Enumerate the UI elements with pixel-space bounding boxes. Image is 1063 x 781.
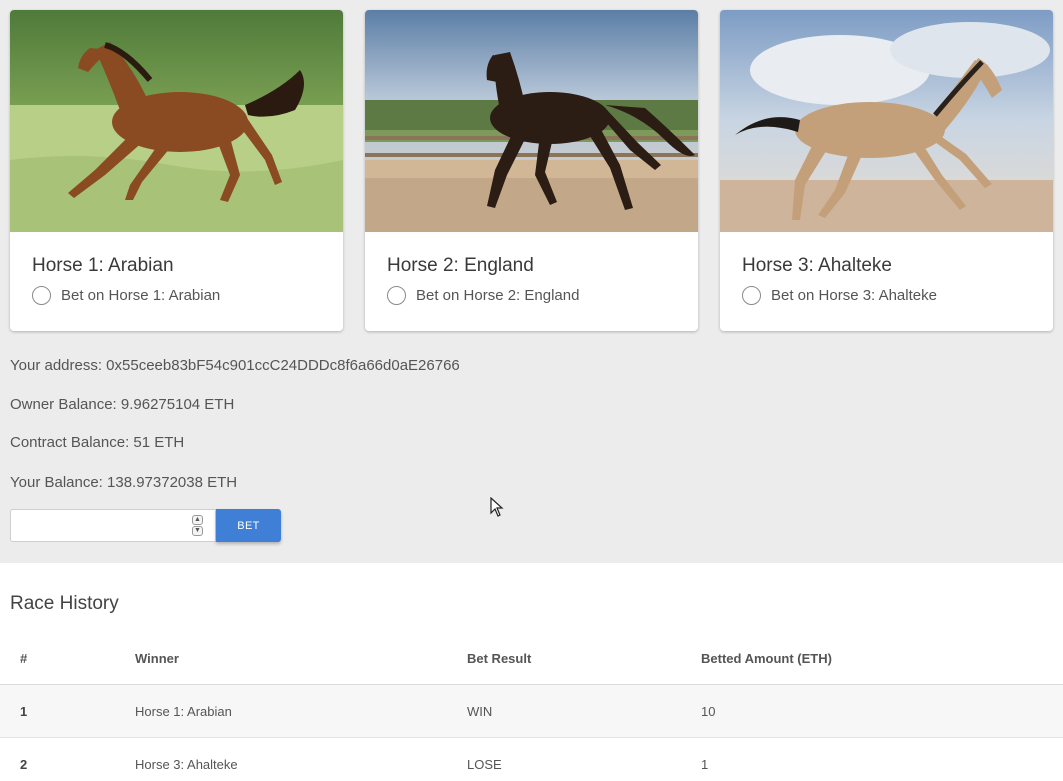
bet-button[interactable]: BET: [216, 509, 281, 542]
radio-circle[interactable]: [32, 286, 51, 305]
radio-circle[interactable]: [742, 286, 761, 305]
table-row: 2 Horse 3: Ahalteke LOSE 1: [0, 738, 1063, 781]
horse-title: Horse 3: Ahalteke: [742, 255, 892, 276]
horse-photo-england: [365, 10, 698, 232]
row-amount: 1: [701, 756, 709, 772]
contract-balance: Contract Balance: 51 ETH: [10, 434, 185, 451]
row-result: WIN: [467, 703, 493, 719]
radio-label: Bet on Horse 2: England: [416, 287, 580, 304]
horse-photo-arabian: [10, 10, 343, 232]
column-header: Winner: [135, 651, 179, 666]
chevron-up-icon[interactable]: ▲: [192, 515, 203, 525]
column-header: #: [20, 651, 28, 666]
horse-card-2: Horse 2: England Bet on Horse 2: England: [365, 10, 698, 331]
radio-label: Bet on Horse 3: Ahalteke: [771, 287, 937, 304]
bet-radio-horse-3[interactable]: Bet on Horse 3: Ahalteke: [742, 286, 937, 305]
mouse-pointer-icon: [490, 497, 504, 517]
owner-balance: Owner Balance: 9.96275104 ETH: [10, 396, 235, 413]
table-header: # Winner Bet Result Betted Amount (ETH): [0, 633, 1063, 685]
row-winner: Horse 1: Arabian: [135, 703, 232, 719]
column-header: Betted Amount (ETH): [701, 651, 832, 666]
chevron-down-icon[interactable]: ▼: [192, 526, 203, 536]
table-row: 1 Horse 1: Arabian WIN 10: [0, 685, 1063, 738]
row-number: 1: [20, 703, 28, 719]
horse-title: Horse 1: Arabian: [32, 255, 174, 276]
horse-photo-ahalteke: [720, 10, 1053, 232]
row-winner: Horse 3: Ahalteke: [135, 756, 238, 772]
betting-panel: Horse 1: Arabian Bet on Horse 1: Arabian: [0, 0, 1063, 563]
row-amount: 10: [701, 703, 716, 719]
horse-title: Horse 2: England: [387, 255, 534, 276]
race-history-table: # Winner Bet Result Betted Amount (ETH) …: [0, 633, 1063, 781]
your-balance: Your Balance: 138.97372038 ETH: [10, 474, 238, 491]
race-history-title: Race History: [10, 593, 119, 614]
bet-amount-input[interactable]: [10, 509, 216, 542]
radio-label: Bet on Horse 1: Arabian: [61, 287, 221, 304]
bet-radio-horse-1[interactable]: Bet on Horse 1: Arabian: [32, 286, 220, 305]
row-result: LOSE: [467, 756, 502, 772]
your-address: Your address: 0x55ceeb83bF54c901ccC24DDD…: [10, 357, 460, 374]
column-header: Bet Result: [467, 651, 532, 666]
row-number: 2: [20, 756, 28, 772]
radio-circle[interactable]: [387, 286, 406, 305]
bet-radio-horse-2[interactable]: Bet on Horse 2: England: [387, 286, 579, 305]
horse-card-3: Horse 3: Ahalteke Bet on Horse 3: Ahalte…: [720, 10, 1053, 331]
horse-card-1: Horse 1: Arabian Bet on Horse 1: Arabian: [10, 10, 343, 331]
